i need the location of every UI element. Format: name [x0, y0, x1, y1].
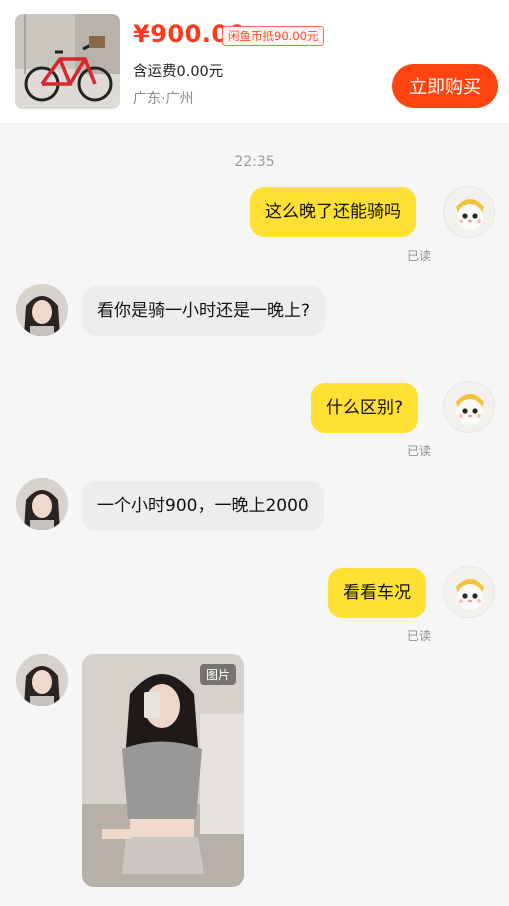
contact-photo	[16, 478, 68, 530]
contact-photo	[16, 284, 68, 336]
product-thumbnail[interactable]	[15, 14, 120, 109]
cat-avatar-icon	[444, 382, 494, 432]
chat-timestamp: 22:35	[234, 154, 275, 170]
coin-discount-badge: 闲鱼币抵90.00元	[222, 26, 325, 46]
contact-photo	[16, 654, 68, 706]
contact-avatar[interactable]	[16, 654, 68, 706]
message-bubble-received[interactable]: 看你是骑一小时还是一晚上?	[82, 286, 326, 336]
selfie-photo	[82, 654, 244, 887]
message-bubble-received[interactable]: 一个小时900，一晚上2000	[82, 481, 324, 531]
message-bubble-sent[interactable]: 什么区别?	[311, 383, 419, 433]
seller-location: 广东·广州	[133, 91, 194, 107]
buy-now-button[interactable]: 立即购买	[392, 64, 498, 108]
read-receipt: 已读	[407, 444, 432, 458]
cat-avatar-icon	[444, 187, 494, 237]
my-avatar[interactable]	[443, 381, 495, 433]
read-receipt: 已读	[407, 629, 432, 643]
image-message[interactable]: 图片	[82, 654, 244, 887]
contact-avatar[interactable]	[16, 284, 68, 336]
read-receipt: 已读	[407, 249, 432, 263]
image-tag-label: 图片	[199, 664, 236, 685]
cat-avatar-icon	[444, 567, 494, 617]
message-bubble-sent[interactable]: 看看车况	[328, 568, 426, 618]
message-bubble-sent[interactable]: 这么晚了还能骑吗	[250, 187, 416, 237]
my-avatar[interactable]	[443, 566, 495, 618]
my-avatar[interactable]	[443, 186, 495, 238]
product-card[interactable]: ¥900.00 闲鱼币抵90.00元 含运费0.00元 广东·广州 立即购买	[0, 0, 509, 124]
bicycle-photo	[15, 14, 120, 109]
shipping-info: 含运费0.00元	[133, 64, 224, 80]
contact-avatar[interactable]	[16, 478, 68, 530]
